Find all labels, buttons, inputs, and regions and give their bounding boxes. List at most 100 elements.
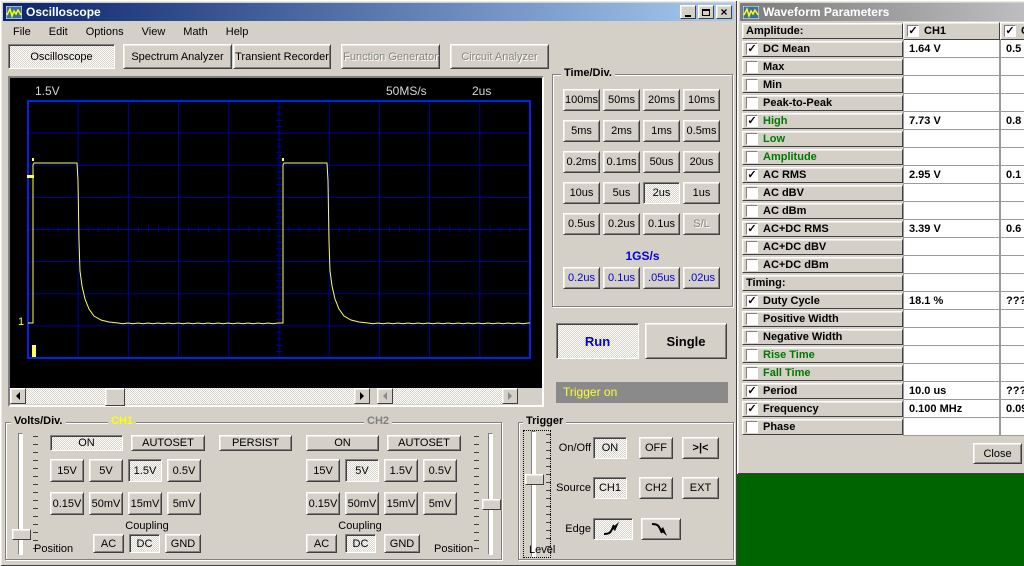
timediv-0-1us[interactable]: 0.1us [643,213,680,235]
param-checkbox[interactable]: ✓ [746,115,758,127]
scroll-left-button[interactable] [10,388,26,404]
ch1-range-5v[interactable]: 5V [89,459,123,482]
ch1-coupling-dc[interactable]: DC [129,534,160,553]
param-checkbox[interactable]: ✓ [746,385,758,397]
timediv-1ms[interactable]: 1ms [643,120,680,142]
param-checkbox[interactable] [746,331,758,343]
ch1-range-5mv[interactable]: 5mV [167,492,201,515]
maximize-button[interactable] [698,5,714,19]
close-button[interactable]: × [716,5,732,19]
timediv-5ms[interactable]: 5ms [563,120,600,142]
param-checkbox[interactable] [746,151,758,163]
timediv-100ms[interactable]: 100ms [563,89,600,111]
ch2-coupling-ac[interactable]: AC [306,534,337,553]
ch1-coupling-gnd[interactable]: GND [165,534,201,553]
horizontal-scrollbar[interactable] [10,388,370,404]
rising-edge-button[interactable] [593,518,633,540]
slider-thumb[interactable] [482,499,501,510]
tab-transient-recorder[interactable]: Transient Recorder [233,44,331,69]
param-checkbox[interactable] [746,97,758,109]
ch2-on-button[interactable]: ON [306,435,379,451]
param-checkbox[interactable] [746,79,758,91]
trigger-on-button[interactable]: ON [593,437,627,459]
trigger-source-ext-button[interactable]: EXT [682,477,719,499]
param-checkbox[interactable] [746,187,758,199]
ch1-autoset-button[interactable]: AUTOSET [131,435,205,451]
ch2-range-5mv[interactable]: 5mV [423,492,457,515]
ch1-range-0-5v[interactable]: 0.5V [167,459,201,482]
menu-file[interactable]: File [4,24,40,38]
ch1-coupling-ac[interactable]: AC [93,534,124,553]
ch2-range-0-15v[interactable]: 0.15V [306,492,340,515]
timediv-0-2ms[interactable]: 0.2ms [563,151,600,173]
wp-titlebar[interactable]: Waveform Parameters [740,3,1024,21]
timediv-2us[interactable]: 2us [643,182,680,204]
timediv-0-5ms[interactable]: 0.5ms [683,120,720,142]
ch1-range-15v[interactable]: 15V [50,459,84,482]
checkbox-ch1[interactable]: ✓ [907,25,919,37]
slider-thumb[interactable] [525,474,544,485]
ch1-range-1-5v[interactable]: 1.5V [128,459,162,482]
trigger-off-button[interactable]: OFF [639,437,673,459]
param-checkbox[interactable]: ✓ [746,169,758,181]
single-button[interactable]: Single [645,323,727,359]
fast-timediv-05us[interactable]: .05us [643,267,680,289]
timediv-0-2us[interactable]: 0.2us [603,213,640,235]
menu-view[interactable]: View [133,24,175,38]
timediv-50us[interactable]: 50us [643,151,680,173]
wp-close-button[interactable]: Close [973,443,1022,464]
timediv-20us[interactable]: 20us [683,151,720,173]
timediv-50ms[interactable]: 50ms [603,89,640,111]
param-checkbox[interactable] [746,313,758,325]
param-checkbox[interactable]: ✓ [746,403,758,415]
ch2-range-15mv[interactable]: 15mV [384,492,418,515]
trigger-source-ch1-button[interactable]: CH1 [593,477,627,499]
param-checkbox[interactable]: ✓ [746,43,758,55]
param-checkbox[interactable] [746,241,758,253]
param-checkbox[interactable]: ✓ [746,223,758,235]
param-checkbox[interactable] [746,367,758,379]
param-checkbox[interactable]: ✓ [746,295,758,307]
param-checkbox[interactable] [746,205,758,217]
timediv-20ms[interactable]: 20ms [643,89,680,111]
checkbox-ch2[interactable]: ✓ [1004,25,1016,37]
menu-math[interactable]: Math [174,24,216,38]
ch1-position-slider[interactable] [11,433,37,555]
timediv-2ms[interactable]: 2ms [603,120,640,142]
falling-edge-button[interactable] [641,518,681,540]
ch1-range-15mv[interactable]: 15mV [128,492,162,515]
tab-spectrum-analyzer[interactable]: Spectrum Analyzer [123,44,232,69]
tab-oscilloscope[interactable]: Oscilloscope [8,44,115,69]
trigger-level-marker[interactable] [27,175,34,178]
run-button[interactable]: Run [556,323,639,359]
titlebar[interactable]: Oscilloscope × [3,3,734,21]
trigger-center-button[interactable]: >|< [682,437,719,459]
timediv-5us[interactable]: 5us [603,182,640,204]
param-checkbox[interactable] [746,61,758,73]
trigger-level-slider[interactable] [524,431,550,557]
ch2-coupling-dc[interactable]: DC [345,534,376,553]
ch2-range-0-5v[interactable]: 0.5V [423,459,457,482]
trigger-source-ch2-button[interactable]: CH2 [639,477,673,499]
menu-help[interactable]: Help [217,24,258,38]
param-checkbox[interactable] [746,349,758,361]
fast-timediv-02us[interactable]: .02us [683,267,720,289]
fast-timediv-0-1us[interactable]: 0.1us [603,267,640,289]
trigger-position-marker[interactable] [32,345,36,357]
persist-button[interactable]: PERSIST [219,435,292,451]
ch1-range-50mv[interactable]: 50mV [89,492,123,515]
scrollbar-thumb[interactable] [105,388,125,406]
timediv-0-5us[interactable]: 0.5us [563,213,600,235]
timediv-10ms[interactable]: 10ms [683,89,720,111]
ch2-position-slider[interactable] [481,433,507,555]
param-checkbox[interactable] [746,259,758,271]
fast-timediv-0-2us[interactable]: 0.2us [563,267,600,289]
timediv-1us[interactable]: 1us [683,182,720,204]
scroll-right-button[interactable] [354,388,370,404]
slider-thumb[interactable] [12,529,31,540]
ch2-autoset-button[interactable]: AUTOSET [387,435,461,451]
timediv-0-1ms[interactable]: 0.1ms [603,151,640,173]
param-checkbox[interactable] [746,133,758,145]
ch2-range-5v[interactable]: 5V [345,459,379,482]
ch2-range-15v[interactable]: 15V [306,459,340,482]
